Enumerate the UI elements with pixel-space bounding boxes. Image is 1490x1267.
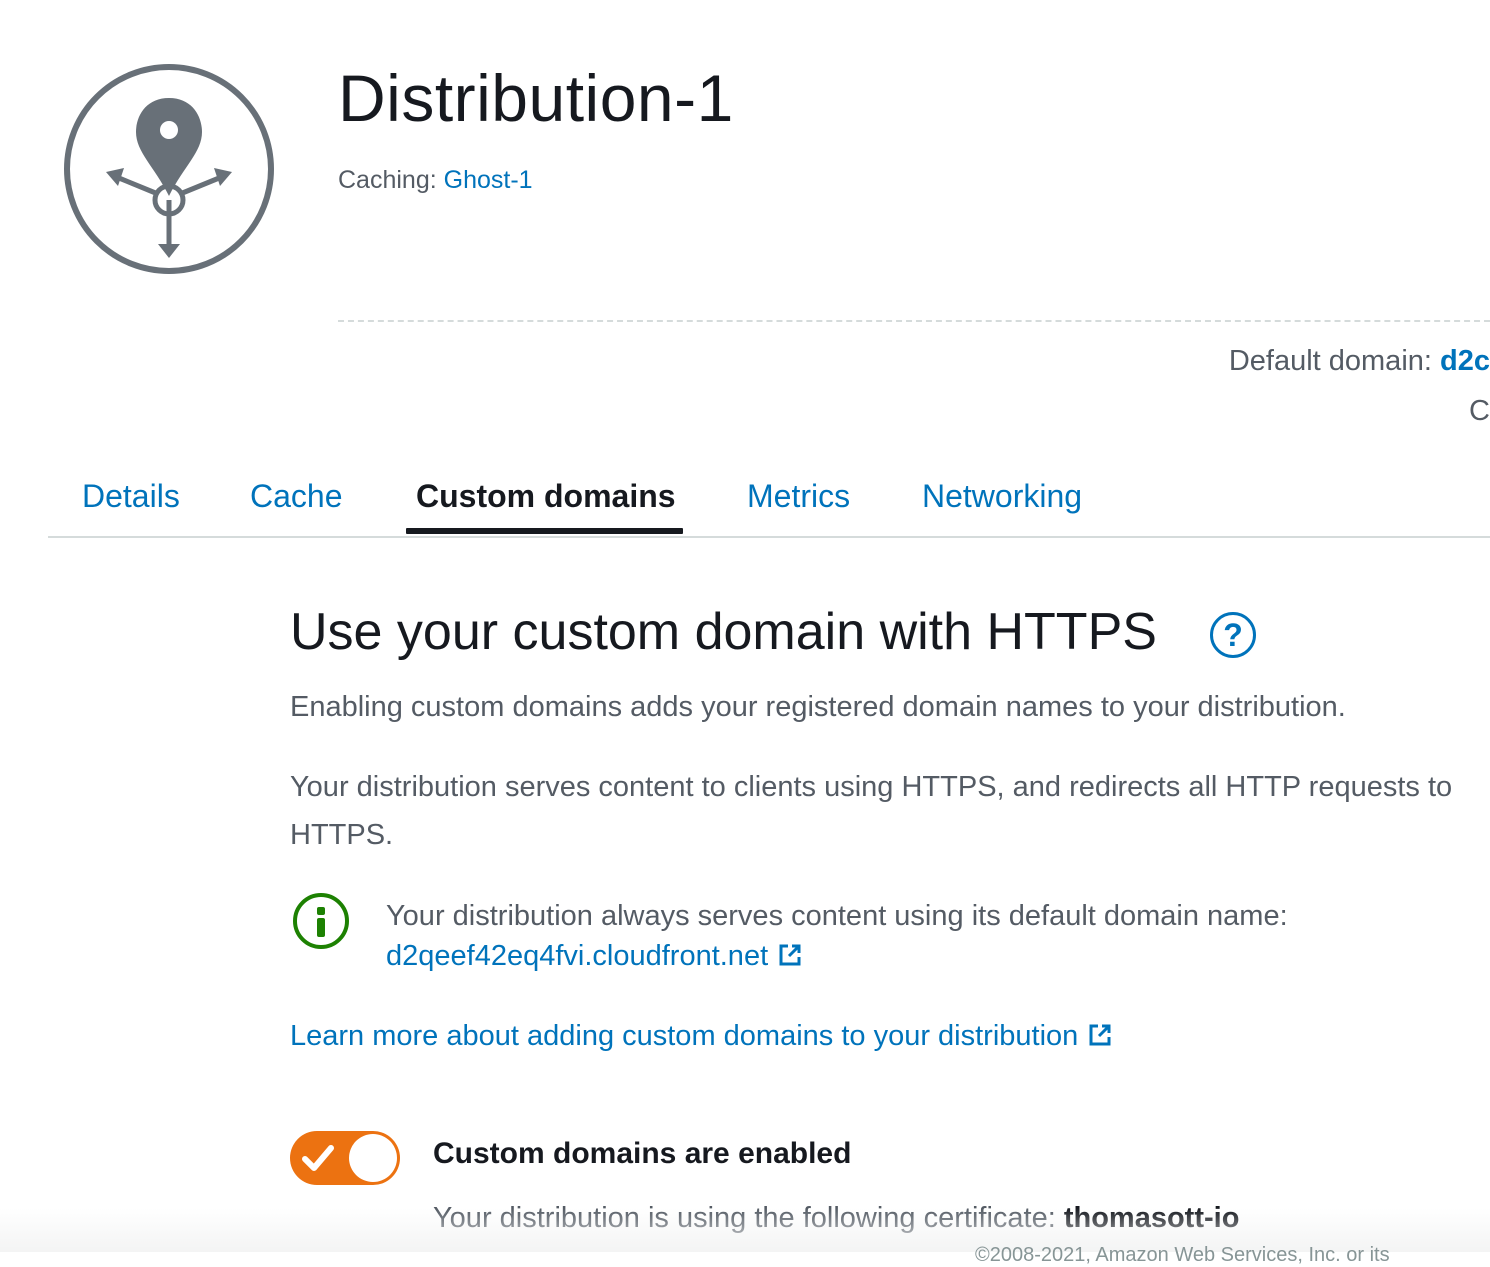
page-title: Distribution-1 bbox=[338, 61, 734, 135]
default-domain-link[interactable]: d2qeef42eq4fvi.cloudfront.net bbox=[386, 940, 802, 975]
checkmark-icon bbox=[302, 1145, 334, 1171]
truncated-text: C bbox=[1469, 395, 1490, 427]
info-icon bbox=[293, 893, 349, 949]
toggle-label: Custom domains are enabled bbox=[433, 1137, 852, 1170]
tab-details[interactable]: Details bbox=[82, 478, 180, 515]
external-link-icon bbox=[778, 942, 802, 975]
certificate-name: thomasott-io bbox=[1063, 1202, 1240, 1234]
learn-more-link-text: Learn more about adding custom domains t… bbox=[290, 1020, 1079, 1052]
toggle-knob bbox=[349, 1134, 397, 1182]
default-domain-value[interactable]: d2c bbox=[1440, 345, 1490, 377]
description-paragraph-1: Enabling custom domains adds your regist… bbox=[290, 691, 1346, 723]
tab-cache[interactable]: Cache bbox=[250, 478, 343, 515]
info-text: Your distribution always serves content … bbox=[386, 900, 1288, 932]
caching-link[interactable]: Ghost-1 bbox=[444, 166, 533, 194]
default-domain: Default domain: d2c bbox=[1229, 345, 1490, 378]
default-domain-label: Default domain: bbox=[1228, 345, 1432, 377]
divider bbox=[338, 320, 1490, 322]
description-paragraph-2: Your distribution serves content to clie… bbox=[290, 771, 1453, 851]
external-link-icon bbox=[1088, 1022, 1112, 1055]
caching-label: Caching: bbox=[338, 166, 437, 194]
certificate-info: Your distribution is using the following… bbox=[433, 1202, 1239, 1235]
tab-metrics[interactable]: Metrics bbox=[747, 478, 850, 515]
default-domain-link-text: d2qeef42eq4fvi.cloudfront.net bbox=[386, 940, 769, 972]
caching-info: Caching: Ghost-1 bbox=[338, 166, 533, 195]
certificate-text: Your distribution is using the following… bbox=[433, 1202, 1056, 1234]
tab-custom-domains[interactable]: Custom domains bbox=[416, 478, 676, 515]
help-icon[interactable]: ? bbox=[1210, 612, 1256, 658]
active-tab-indicator bbox=[406, 528, 683, 534]
custom-domains-toggle[interactable] bbox=[290, 1131, 400, 1185]
learn-more-link[interactable]: Learn more about adding custom domains t… bbox=[290, 1020, 1112, 1055]
section-heading: Use your custom domain with HTTPS bbox=[290, 603, 1157, 661]
tab-networking[interactable]: Networking bbox=[922, 478, 1082, 515]
footer-copyright: ©2008-2021, Amazon Web Services, Inc. or… bbox=[975, 1244, 1390, 1266]
distribution-icon bbox=[62, 62, 276, 276]
tab-bar: Details Cache Custom domains Metrics Net… bbox=[48, 478, 1490, 538]
